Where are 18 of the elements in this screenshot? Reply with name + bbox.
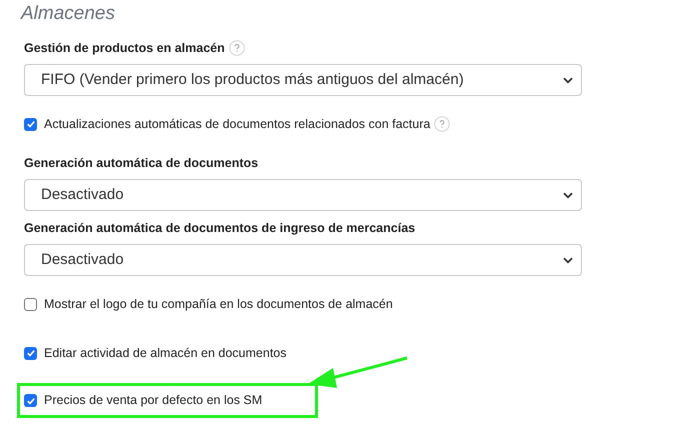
section-title: Almacenes (21, 2, 116, 26)
checkbox[interactable] (24, 298, 37, 310)
checkbox[interactable] (24, 394, 37, 407)
checkbox[interactable] (24, 118, 37, 130)
dropdown-select[interactable]: Desactivado (24, 179, 582, 211)
field-label: Gestión de productos en almacén (24, 40, 225, 57)
field-label: Generación automática de documentos (24, 154, 258, 172)
checkbox-label: Actualizaciones automáticas de documentos relacionados con factura (44, 116, 430, 133)
field-label: Generación automática de documentos de ingreso de mercancías (24, 220, 416, 237)
chevron-down-icon (563, 256, 573, 264)
checkbox-label: Precios de venta por defecto en los SM (44, 392, 262, 410)
checkbox[interactable] (24, 346, 37, 360)
checkbox-label: Mostrar el logo de tu compañía en los documentos de almacén (44, 296, 393, 313)
dropdown-select[interactable]: Desactivado (24, 244, 582, 276)
checkbox-label: Editar actividad de almacén en documentos (44, 344, 287, 362)
dropdown-select[interactable]: FIFO (Vender primero los productos más antiguos del almacén) (24, 64, 582, 96)
chevron-down-icon (563, 192, 573, 198)
chevron-down-icon (563, 76, 573, 84)
